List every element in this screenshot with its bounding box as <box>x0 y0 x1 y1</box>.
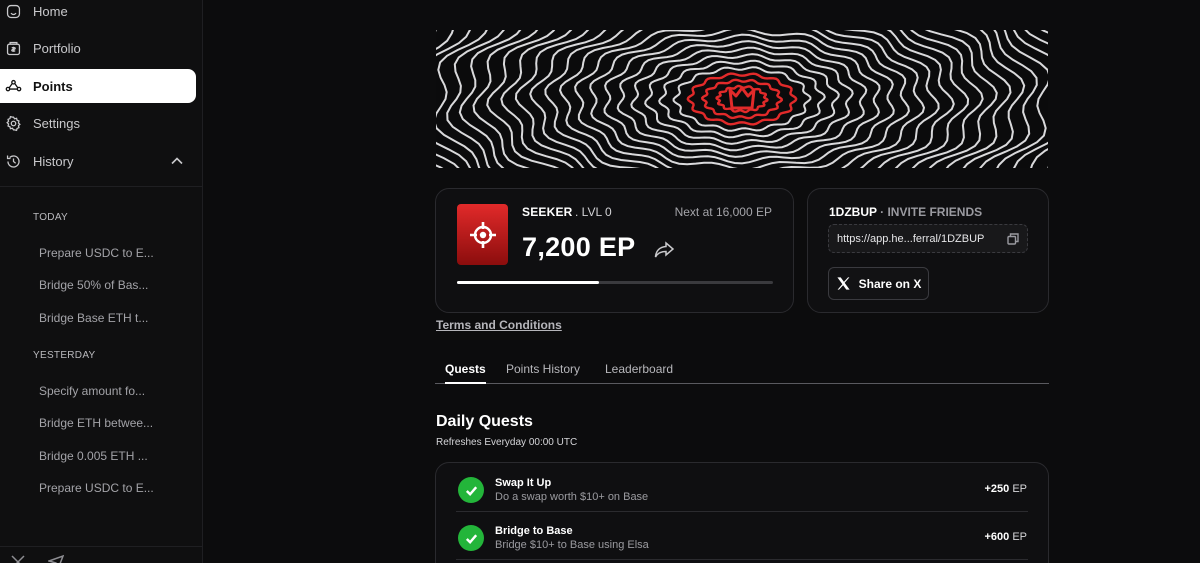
history-item[interactable]: Prepare USDC to E... <box>39 246 179 260</box>
ep-total: 7,200 EP <box>522 232 636 262</box>
banner-wave-ring <box>658 59 826 139</box>
banner-wave-ring <box>446 30 1038 168</box>
tab-leaderboard[interactable]: Leaderboard <box>605 362 673 384</box>
home-icon <box>4 2 22 20</box>
level-badge <box>457 204 508 265</box>
quest-divider <box>456 511 1028 512</box>
quest-points: +250 EP <box>984 483 1027 495</box>
quest-row[interactable]: Swap It Up Do a swap worth $10+ on Base … <box>436 465 1048 513</box>
crosshair-icon <box>469 221 496 248</box>
level-number: . LVL 0 <box>575 205 612 219</box>
nav-points-label: Points <box>33 78 73 94</box>
invite-label: · INVITE FRIENDS <box>876 205 983 219</box>
banner-wave-ring <box>603 33 881 165</box>
copy-icon[interactable] <box>1007 233 1019 248</box>
quest-title: Swap It Up <box>495 477 552 489</box>
nav-settings[interactable]: Settings <box>0 106 196 140</box>
x-icon[interactable] <box>10 554 26 563</box>
history-item[interactable]: Bridge ETH betwee... <box>39 416 179 430</box>
banner-wave-art <box>436 30 1048 168</box>
tab-quests[interactable]: Quests <box>445 362 486 384</box>
nav-history-label: History <box>33 153 74 169</box>
level-card: SEEKER . LVL 0 Next at 16,000 EP 7,200 E… <box>435 188 794 313</box>
quest-title: Bridge to Base <box>495 525 573 537</box>
sidebar-footer-divider <box>0 546 203 547</box>
sidebar: Home Portfolio Points Settings History T… <box>0 0 203 563</box>
invite-card: 1DZBUP · INVITE FRIENDS https://app.he..… <box>807 188 1049 313</box>
banner-wave-ring <box>486 30 998 168</box>
nav-home[interactable]: Home <box>0 0 196 28</box>
next-level-text: Next at 16,000 EP <box>674 205 772 219</box>
sidebar-footer-icons <box>10 554 65 563</box>
history-item[interactable]: Prepare USDC to E... <box>39 481 179 495</box>
share-arrow-icon[interactable] <box>654 241 675 264</box>
level-progress-bar <box>457 281 773 284</box>
banner-wave-ring <box>544 30 940 168</box>
nav-settings-label: Settings <box>33 115 80 131</box>
level-progress-fill <box>457 281 600 284</box>
chevron-up-icon[interactable] <box>170 154 184 171</box>
banner-wave-ring <box>472 30 1012 168</box>
daily-quests-subtitle: Refreshes Everyday 00:00 UTC <box>436 437 578 448</box>
check-icon <box>458 477 484 503</box>
wallet-icon <box>4 39 22 57</box>
share-on-x-button[interactable]: Share on X <box>828 267 929 300</box>
quest-row[interactable]: Bridge to Base Bridge $10+ to Base using… <box>436 513 1048 561</box>
send-icon[interactable] <box>46 554 65 563</box>
share-on-x-label: Share on X <box>858 276 922 291</box>
history-group-yesterday: YESTERDAY <box>33 350 96 361</box>
history-group-today: TODAY <box>33 212 69 223</box>
nav-portfolio-label: Portfolio <box>33 40 81 56</box>
quest-list: Swap It Up Do a swap worth $10+ on Base … <box>435 462 1049 563</box>
nav-history[interactable]: History <box>0 144 196 178</box>
level-name: SEEKER <box>522 205 573 219</box>
gear-icon <box>4 114 22 132</box>
banner-wave-ring <box>616 40 868 158</box>
nav-portfolio[interactable]: Portfolio <box>0 31 196 65</box>
quest-points-unit: EP <box>1012 483 1027 495</box>
invite-code: 1DZBUP <box>829 205 877 219</box>
referral-link-box[interactable]: https://app.he...ferral/1DZBUP <box>828 224 1028 253</box>
nav-points[interactable]: Points <box>0 69 196 103</box>
quest-description: Do a swap worth $10+ on Base <box>495 491 649 503</box>
terms-link[interactable]: Terms and Conditions <box>436 318 562 332</box>
banner-wave-ring <box>700 78 784 120</box>
tab-points-history[interactable]: Points History <box>506 362 580 384</box>
history-item[interactable]: Specify amount fo... <box>39 384 179 398</box>
referral-link-text: https://app.he...ferral/1DZBUP <box>837 232 985 245</box>
quest-divider <box>456 559 1028 560</box>
history-icon <box>4 152 22 170</box>
points-banner <box>436 30 1048 168</box>
quest-description: Bridge $10+ to Base using Elsa <box>495 539 649 551</box>
nodes-icon <box>4 77 22 95</box>
check-icon <box>458 525 484 551</box>
quest-points: +600 EP <box>984 531 1027 543</box>
quest-points-value: +600 <box>984 531 1010 543</box>
crown-icon <box>728 86 756 110</box>
app-root: Home Portfolio Points Settings History T… <box>0 0 1200 563</box>
history-item[interactable]: Bridge 50% of Bas... <box>39 278 179 292</box>
daily-quests-title: Daily Quests <box>436 413 533 430</box>
sidebar-divider <box>0 186 203 187</box>
points-tabs: Quests Points History Leaderboard <box>435 360 1049 384</box>
history-item[interactable]: Bridge 0.005 ETH ... <box>39 449 179 463</box>
invite-title: 1DZBUP · INVITE FRIENDS <box>829 205 982 219</box>
history-item[interactable]: Bridge Base ETH t... <box>39 311 179 325</box>
banner-wave-ring <box>574 30 910 168</box>
quest-points-value: +250 <box>984 483 1010 495</box>
x-logo-icon <box>837 277 850 290</box>
banner-wave-ring <box>514 30 970 168</box>
quest-points-unit: EP <box>1012 531 1027 543</box>
nav-home-label: Home <box>33 3 68 19</box>
